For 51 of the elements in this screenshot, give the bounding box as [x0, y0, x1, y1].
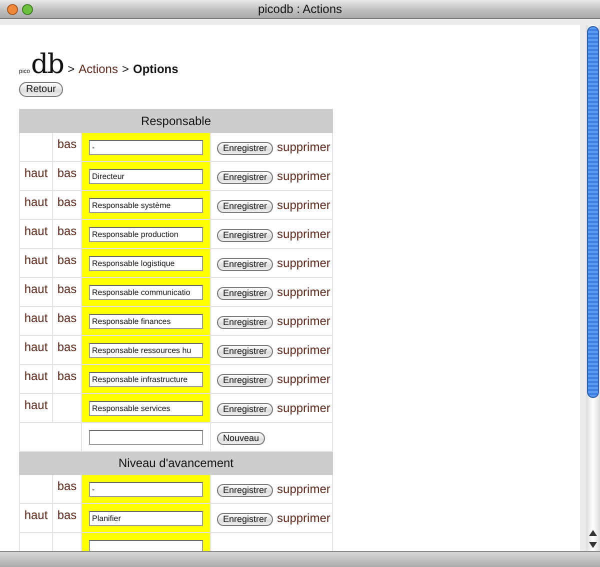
- scrollbar-thumb[interactable]: [587, 26, 599, 398]
- option-input[interactable]: Responsable communicatio: [89, 284, 203, 300]
- delete-link[interactable]: supprimer: [277, 226, 330, 240]
- delete-link[interactable]: supprimer: [277, 140, 330, 154]
- save-button[interactable]: Enregistrer: [217, 344, 274, 358]
- option-input[interactable]: Responsable infrastructure: [89, 372, 203, 386]
- option-input[interactable]: Responsable logistique: [89, 256, 203, 270]
- save-button[interactable]: Enregistrer: [217, 374, 274, 386]
- option-input[interactable]: Responsable production: [89, 226, 203, 242]
- breadcrumb-link[interactable]: Actions: [78, 62, 118, 76]
- breadcrumb-separator: >: [68, 62, 75, 76]
- delete-link[interactable]: supprimer: [277, 168, 330, 182]
- save-button[interactable]: Enregistrer: [217, 402, 274, 416]
- delete-link[interactable]: supprimer: [277, 372, 330, 386]
- save-button[interactable]: Enregistrer: [217, 512, 274, 526]
- new-button[interactable]: Nouveau: [217, 432, 266, 444]
- save-button[interactable]: Enregistrer: [217, 228, 274, 242]
- zoom-icon[interactable]: [22, 4, 33, 14]
- save-button[interactable]: Enregistrer: [217, 170, 274, 184]
- delete-link[interactable]: supprimer: [277, 256, 330, 270]
- delete-link[interactable]: supprimer: [277, 198, 330, 212]
- option-input[interactable]: Responsable finances: [89, 314, 203, 328]
- delete-link[interactable]: supprimer: [277, 342, 330, 356]
- section-header: Responsable: [20, 110, 332, 132]
- section-header: Niveau d'avancement: [20, 452, 332, 474]
- option-input[interactable]: Responsable services: [89, 400, 203, 416]
- option-input[interactable]: Planifier: [89, 510, 203, 526]
- save-button[interactable]: Enregistrer: [217, 142, 274, 154]
- breadcrumb-separator: >: [122, 62, 129, 76]
- delete-link[interactable]: supprimer: [277, 482, 330, 496]
- window-title: picodb : Actions: [256, 2, 344, 16]
- save-button[interactable]: Enregistrer: [217, 286, 274, 300]
- save-button[interactable]: Enregistrer: [217, 200, 274, 212]
- delete-link[interactable]: supprimer: [277, 510, 330, 524]
- new-option-input[interactable]: [89, 430, 203, 444]
- delete-link[interactable]: supprimer: [277, 314, 330, 328]
- option-input[interactable]: -: [89, 140, 203, 154]
- close-icon[interactable]: [7, 4, 18, 14]
- breadcrumb-current: Options: [132, 62, 178, 76]
- option-input[interactable]: Responsable ressources hu: [89, 342, 203, 358]
- save-button[interactable]: Enregistrer: [217, 484, 274, 496]
- option-input[interactable]: Directeur: [89, 168, 203, 184]
- option-input[interactable]: [89, 540, 203, 551]
- save-button[interactable]: Enregistrer: [217, 316, 274, 328]
- delete-link[interactable]: supprimer: [277, 284, 330, 298]
- back-button[interactable]: Retour: [19, 82, 64, 97]
- option-input[interactable]: -: [89, 482, 203, 496]
- delete-link[interactable]: supprimer: [277, 400, 330, 414]
- option-input[interactable]: Responsable système: [89, 198, 203, 212]
- logo: db: [31, 51, 64, 78]
- save-button[interactable]: Enregistrer: [217, 258, 274, 270]
